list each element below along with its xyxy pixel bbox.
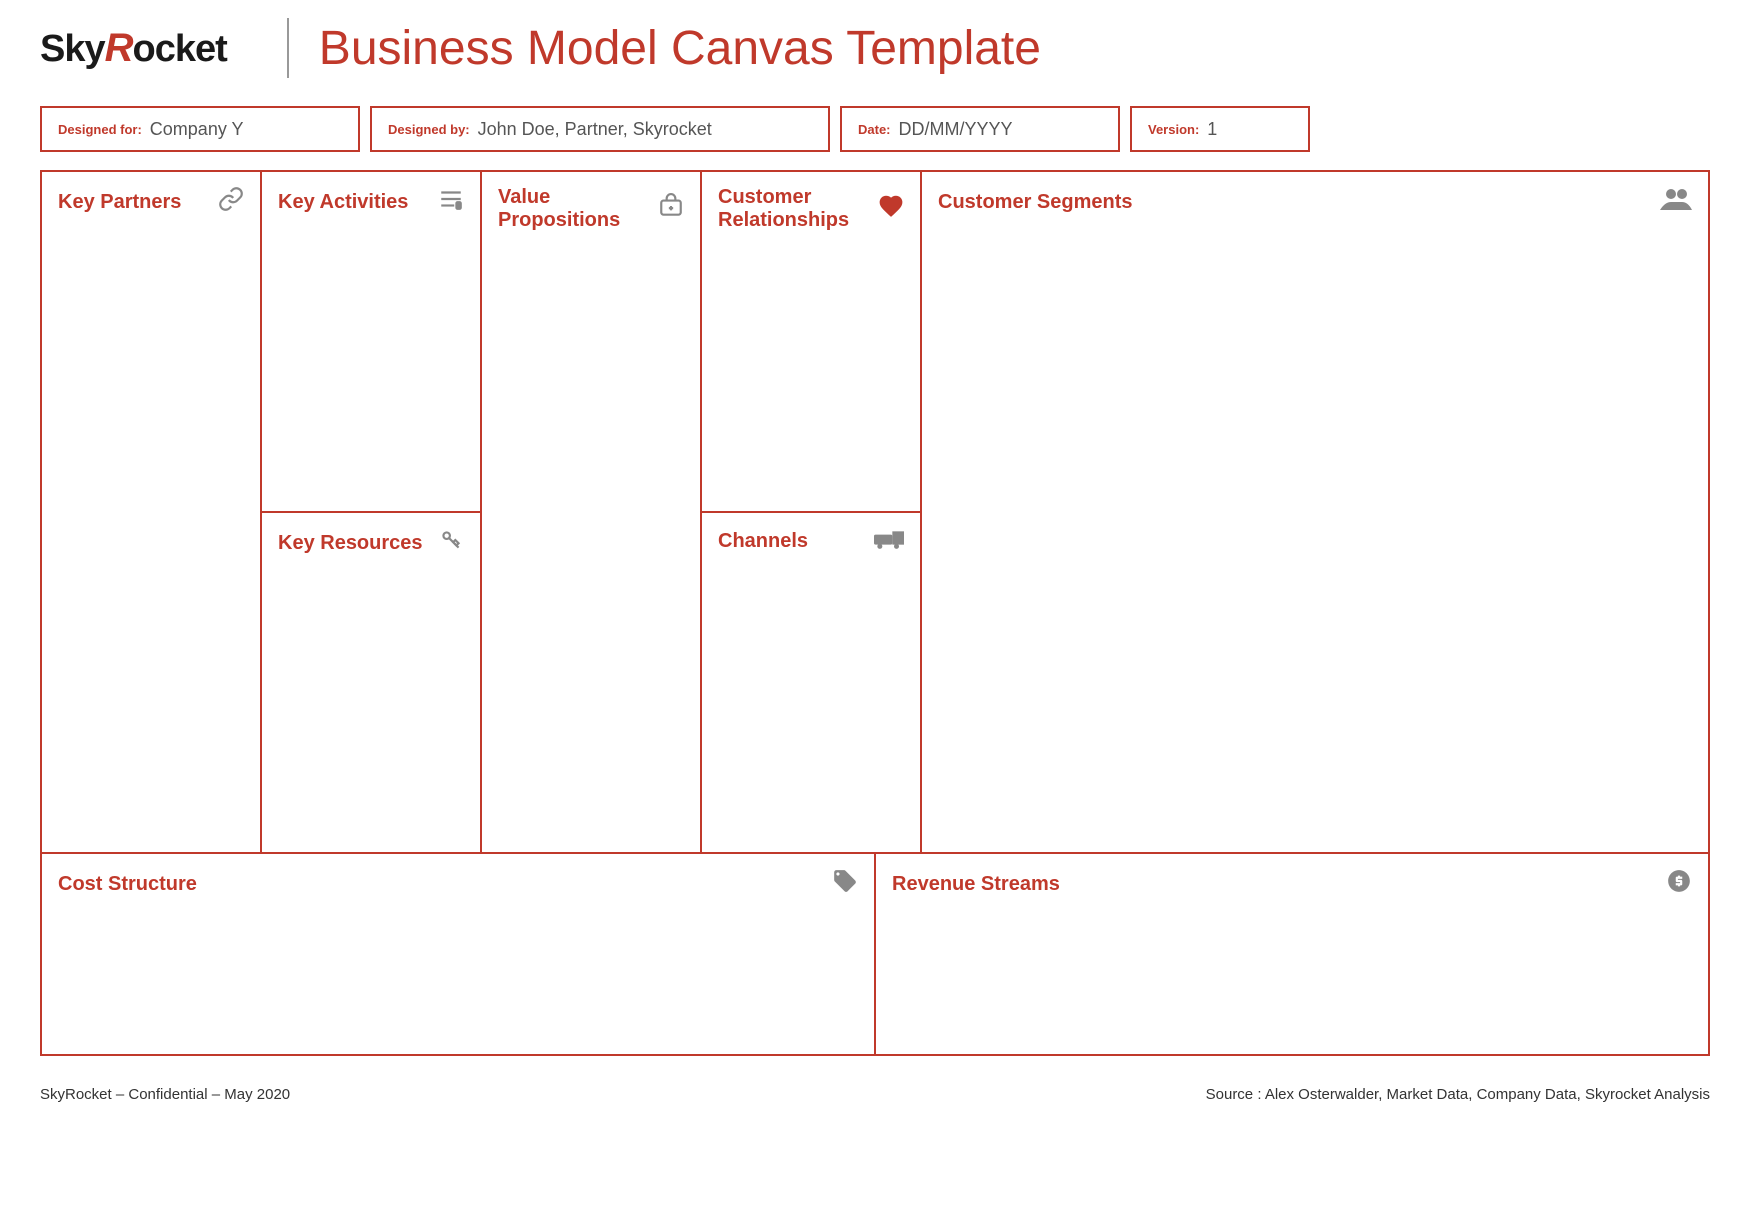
customer-segments-header: Customer Segments [938,186,1692,218]
revenue-streams-cell: Revenue Streams [876,854,1708,1054]
cost-structure-header: Cost Structure [58,868,858,900]
customer-segments-cell: Customer Segments [922,172,1708,852]
customer-relationships-cell: Customer Relationships [702,172,920,513]
value-propositions-header: Value Propositions [498,186,684,232]
key-resources-header: Key Resources [278,527,464,559]
meta-row: Designed for: Company Y Designed by: Joh… [40,106,1710,152]
key-resources-icon [438,527,464,559]
value-propositions-title: Value Propositions [498,186,658,232]
revenue-streams-header: Revenue Streams [892,868,1692,900]
header-divider [287,18,289,78]
page-footer: SkyRocket – Confidential – May 2020 Sour… [0,1066,1750,1113]
customer-rel-wrapper: Customer Relationships Channels [702,172,922,852]
logo: SkyRocket [40,26,227,71]
footer-left: SkyRocket – Confidential – May 2020 [40,1086,290,1103]
value-propositions-icon [658,193,684,225]
page-header: SkyRocket Business Model Canvas Template [0,0,1750,88]
version-box: Version: 1 [1130,106,1310,152]
revenue-streams-icon [1666,868,1692,900]
channels-title: Channels [718,530,808,553]
canvas-bottom: Cost Structure Revenue Streams [42,854,1708,1054]
canvas-main: Key Partners Key Activities [42,172,1708,854]
version-value: 1 [1207,119,1217,140]
key-activities-icon [438,186,464,218]
channels-icon [874,527,904,555]
designed-for-box: Designed for: Company Y [40,106,360,152]
key-activities-header: Key Activities [278,186,464,218]
key-partners-cell: Key Partners [42,172,262,852]
key-partners-icon [218,186,244,218]
value-propositions-cell: Value Propositions [482,172,702,852]
channels-cell: Channels [702,513,920,852]
key-partners-header: Key Partners [58,186,244,218]
revenue-streams-title: Revenue Streams [892,873,1060,896]
customer-relationships-header: Customer Relationships [718,186,904,232]
date-box: Date: DD/MM/YYYY [840,106,1120,152]
cost-structure-icon [832,868,858,900]
customer-segments-title: Customer Segments [938,191,1133,214]
customer-segments-icon [1660,186,1692,218]
cost-structure-cell: Cost Structure [42,854,876,1054]
date-value: DD/MM/YYYY [899,119,1013,140]
designed-by-label: Designed by: [388,122,470,137]
logo-r: R [105,26,133,70]
version-label: Version: [1148,122,1199,137]
customer-relationships-title: Customer Relationships [718,186,878,232]
key-resources-cell: Key Resources [262,513,480,852]
designed-by-value: John Doe, Partner, Skyrocket [478,119,712,140]
page-title: Business Model Canvas Template [319,21,1041,76]
key-partners-title: Key Partners [58,191,181,214]
logo-text: SkyRocket [40,26,227,71]
designed-for-label: Designed for: [58,122,142,137]
canvas-wrapper: Key Partners Key Activities [40,170,1710,1056]
customer-relationships-icon [878,193,904,225]
channels-header: Channels [718,527,904,555]
key-activities-cell: Key Activities [262,172,480,513]
date-label: Date: [858,122,891,137]
footer-right: Source : Alex Osterwalder, Market Data, … [1206,1086,1710,1103]
key-activities-wrapper: Key Activities Key Resources [262,172,482,852]
key-activities-title: Key Activities [278,191,408,214]
key-resources-title: Key Resources [278,532,423,555]
cost-structure-title: Cost Structure [58,873,197,896]
designed-by-box: Designed by: John Doe, Partner, Skyrocke… [370,106,830,152]
designed-for-value: Company Y [150,119,244,140]
